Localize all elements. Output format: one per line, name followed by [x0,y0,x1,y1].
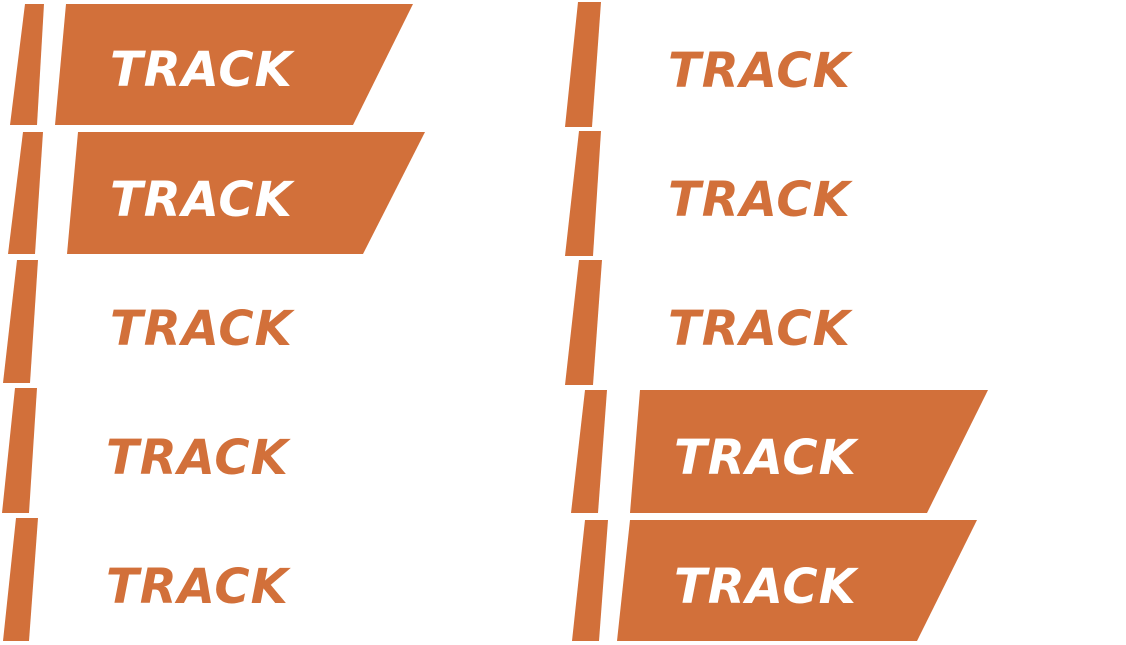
accent-bar [3,518,38,641]
button-label: TRACK [110,172,296,228]
button-label: TRACK [668,43,854,99]
accent-bar [565,260,602,385]
button-label: TRACK [668,301,854,357]
accent-bar [2,388,37,513]
button-label: TRACK [110,42,296,98]
track-button-right-5[interactable]: TRACK [572,520,977,641]
button-label: TRACK [674,559,860,615]
accent-bar [571,390,607,513]
track-button-right-4[interactable]: TRACK [571,390,988,513]
accent-bar [565,131,601,256]
button-label: TRACK [110,301,296,357]
accent-bar [8,132,43,254]
accent-bar [3,260,38,383]
track-button-left-2[interactable]: TRACK [8,132,425,254]
track-button-sheet: TRACK TRACK TRACK TRACK TRACK TRACK TRAC… [2,2,988,641]
accent-bar [10,4,44,125]
button-label: TRACK [674,430,860,486]
button-label: TRACK [106,559,292,615]
button-label: TRACK [106,430,292,486]
accent-bar [572,520,608,641]
track-button-left-1[interactable]: TRACK [10,4,413,125]
accent-bar [565,2,601,127]
button-label: TRACK [668,172,854,228]
